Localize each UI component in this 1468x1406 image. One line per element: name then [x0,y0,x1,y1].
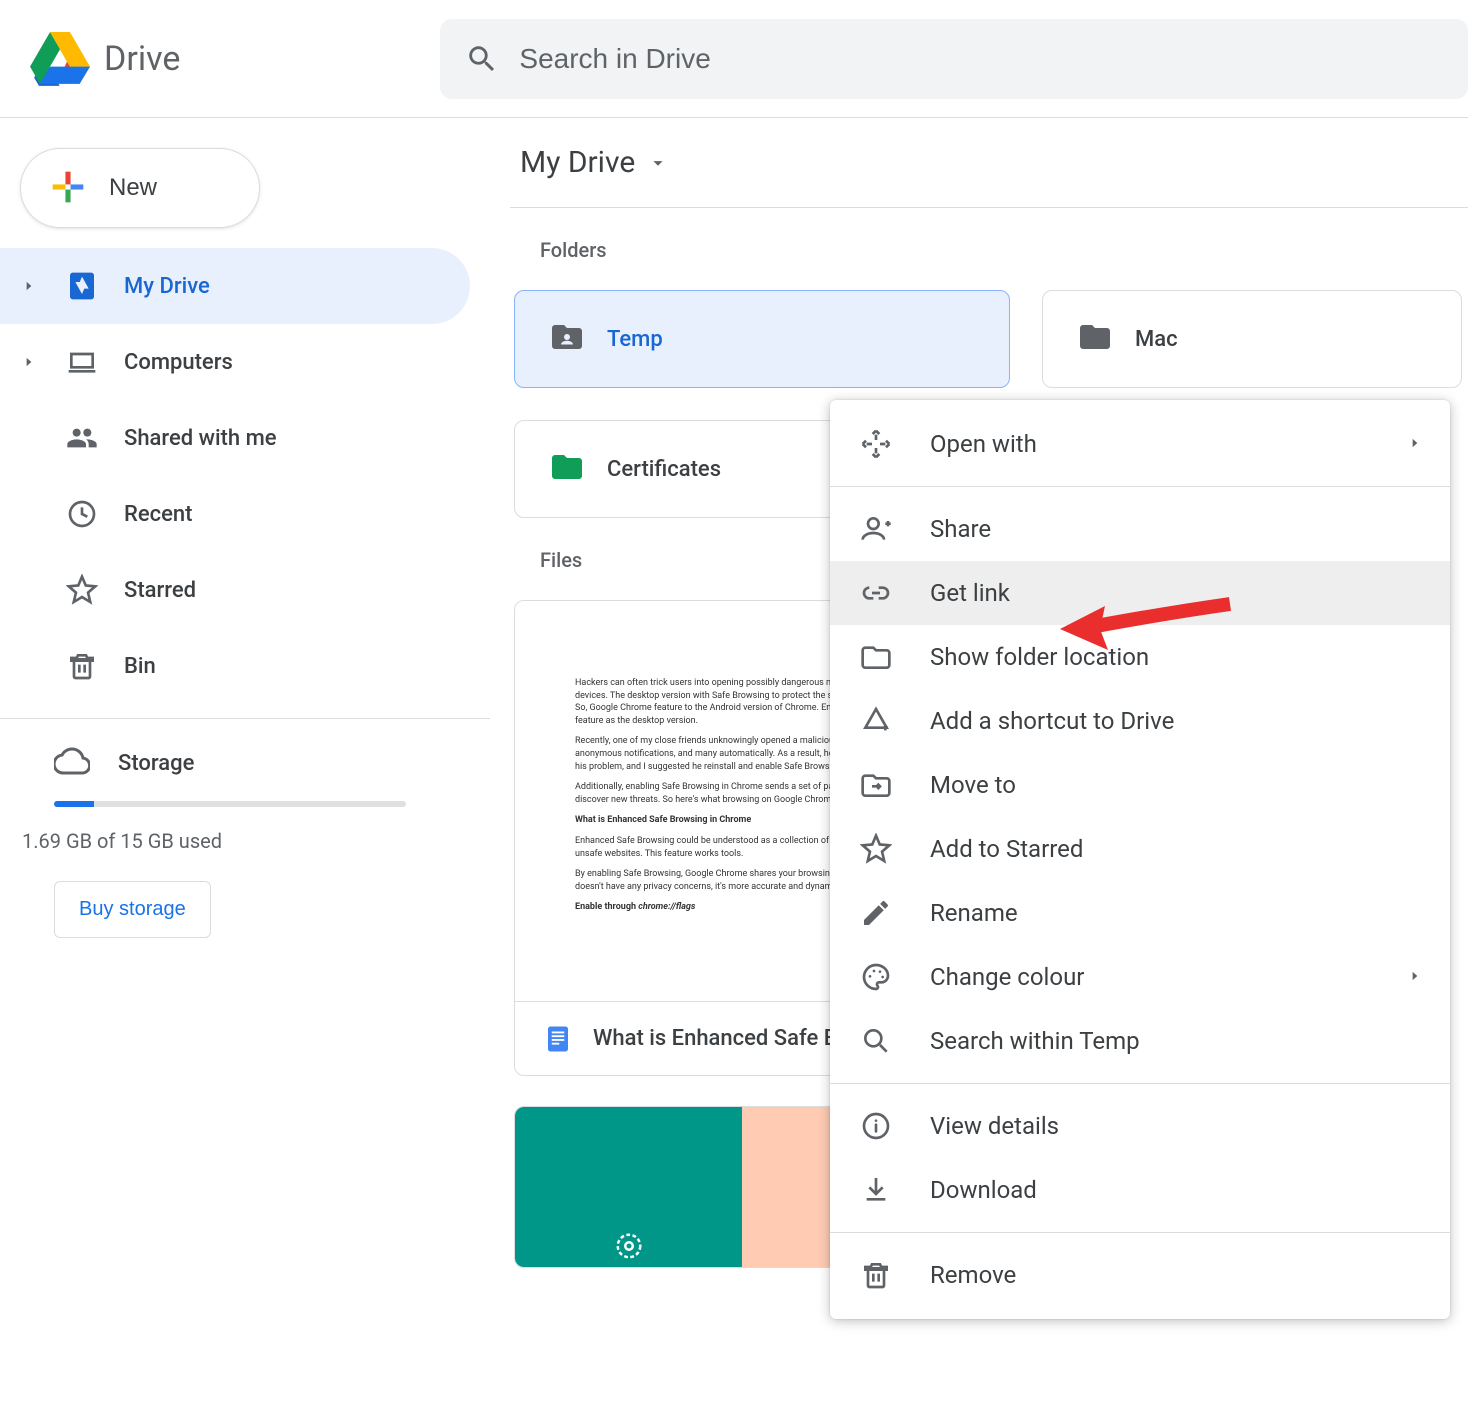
trash-icon [858,1259,894,1291]
buy-storage-button[interactable]: Buy storage [54,881,211,938]
menu-label: Remove [930,1261,1422,1289]
menu-label: Move to [930,771,1422,799]
folder-outline-icon [858,641,894,673]
sidebar-item-label: Shared with me [124,426,277,451]
my-drive-icon [64,270,100,302]
menu-label: View details [930,1112,1422,1140]
recent-icon [64,498,100,530]
storage-used-text: 1.69 GB of 15 GB used [22,829,490,853]
sidebar-item-computers[interactable]: Computers [0,324,470,400]
download-icon [858,1174,894,1206]
app-title: Drive [104,39,180,79]
menu-item-remove[interactable]: Remove [830,1243,1450,1307]
menu-item-add-shortcut[interactable]: Add a shortcut to Drive [830,689,1450,753]
menu-label: Open with [930,430,1372,458]
menu-item-search-within[interactable]: Search within Temp [830,1009,1450,1073]
shared-icon [64,422,100,454]
sidebar-item-bin[interactable]: Bin [0,628,470,704]
folder-card-mac[interactable]: Mac [1042,290,1462,388]
menu-item-download[interactable]: Download [830,1158,1450,1222]
search-icon [858,1025,894,1057]
new-button[interactable]: New [20,148,260,228]
chevron-right-icon [1408,968,1422,987]
new-button-label: New [109,174,157,202]
breadcrumb[interactable]: My Drive [510,118,1468,208]
sidebar-item-shared[interactable]: Shared with me [0,400,470,476]
palette-icon [858,961,894,993]
pencil-icon [858,897,894,929]
menu-item-open-with[interactable]: Open with [830,412,1450,476]
link-icon [858,577,894,609]
annotation-arrow [1060,594,1240,664]
storage-progress [54,801,406,807]
gear-icon [614,1231,644,1261]
breadcrumb-label: My Drive [520,145,635,180]
star-icon [858,833,894,865]
sidebar-item-label: Recent [124,502,192,527]
cloud-icon [54,743,90,783]
drive-shortcut-icon [858,705,894,737]
menu-label: Add to Starred [930,835,1422,863]
sidebar-item-label: My Drive [124,274,210,299]
drive-triangle-icon [30,29,90,89]
trash-icon [64,650,100,682]
menu-label: Share [930,515,1422,543]
folder-label: Certificates [607,457,721,482]
docs-icon [543,1024,573,1054]
menu-item-change-colour[interactable]: Change colour [830,945,1450,1009]
chevron-right-icon [18,279,40,293]
search-bar[interactable] [440,19,1468,99]
sidebar-item-recent[interactable]: Recent [0,476,470,552]
drive-logo[interactable]: Drive [30,29,180,89]
folder-label: Temp [607,327,663,352]
context-menu: Open with Share Get link Show folder loc… [830,400,1450,1319]
sidebar-item-starred[interactable]: Starred [0,552,470,628]
menu-label: Change colour [930,963,1372,991]
sidebar-item-my-drive[interactable]: My Drive [0,248,470,324]
star-icon [64,574,100,606]
menu-label: Download [930,1176,1422,1204]
person-add-icon [858,513,894,545]
app-header: Drive [0,0,1468,118]
search-input[interactable] [519,43,1443,75]
sidebar-item-label: Starred [124,578,196,603]
folder-icon [549,449,585,489]
menu-label: Add a shortcut to Drive [930,707,1422,735]
sidebar-item-label: Computers [124,350,233,375]
sidebar-item-storage[interactable]: Storage [0,733,490,793]
plus-icon [45,164,91,213]
menu-item-view-details[interactable]: View details [830,1094,1450,1158]
menu-item-rename[interactable]: Rename [830,881,1450,945]
sidebar: New My Drive Computers Shared with me Re… [0,118,490,1268]
folder-label: Mac [1135,327,1178,352]
folders-section-title: Folders [540,238,1468,262]
chevron-right-icon [18,355,40,369]
folder-move-icon [858,769,894,801]
chevron-down-icon [647,152,669,174]
menu-item-share[interactable]: Share [830,497,1450,561]
info-icon [858,1110,894,1142]
menu-label: Search within Temp [930,1027,1422,1055]
menu-item-move-to[interactable]: Move to [830,753,1450,817]
storage-label: Storage [118,751,194,776]
open-with-icon [858,428,894,460]
chevron-right-icon [1408,435,1422,454]
computers-icon [64,346,100,378]
menu-item-add-starred[interactable]: Add to Starred [830,817,1450,881]
folder-shared-icon [549,319,585,359]
search-icon [465,42,499,76]
folder-icon [1077,319,1113,359]
menu-label: Rename [930,899,1422,927]
sidebar-item-label: Bin [124,654,156,679]
folder-card-temp[interactable]: Temp [514,290,1010,388]
